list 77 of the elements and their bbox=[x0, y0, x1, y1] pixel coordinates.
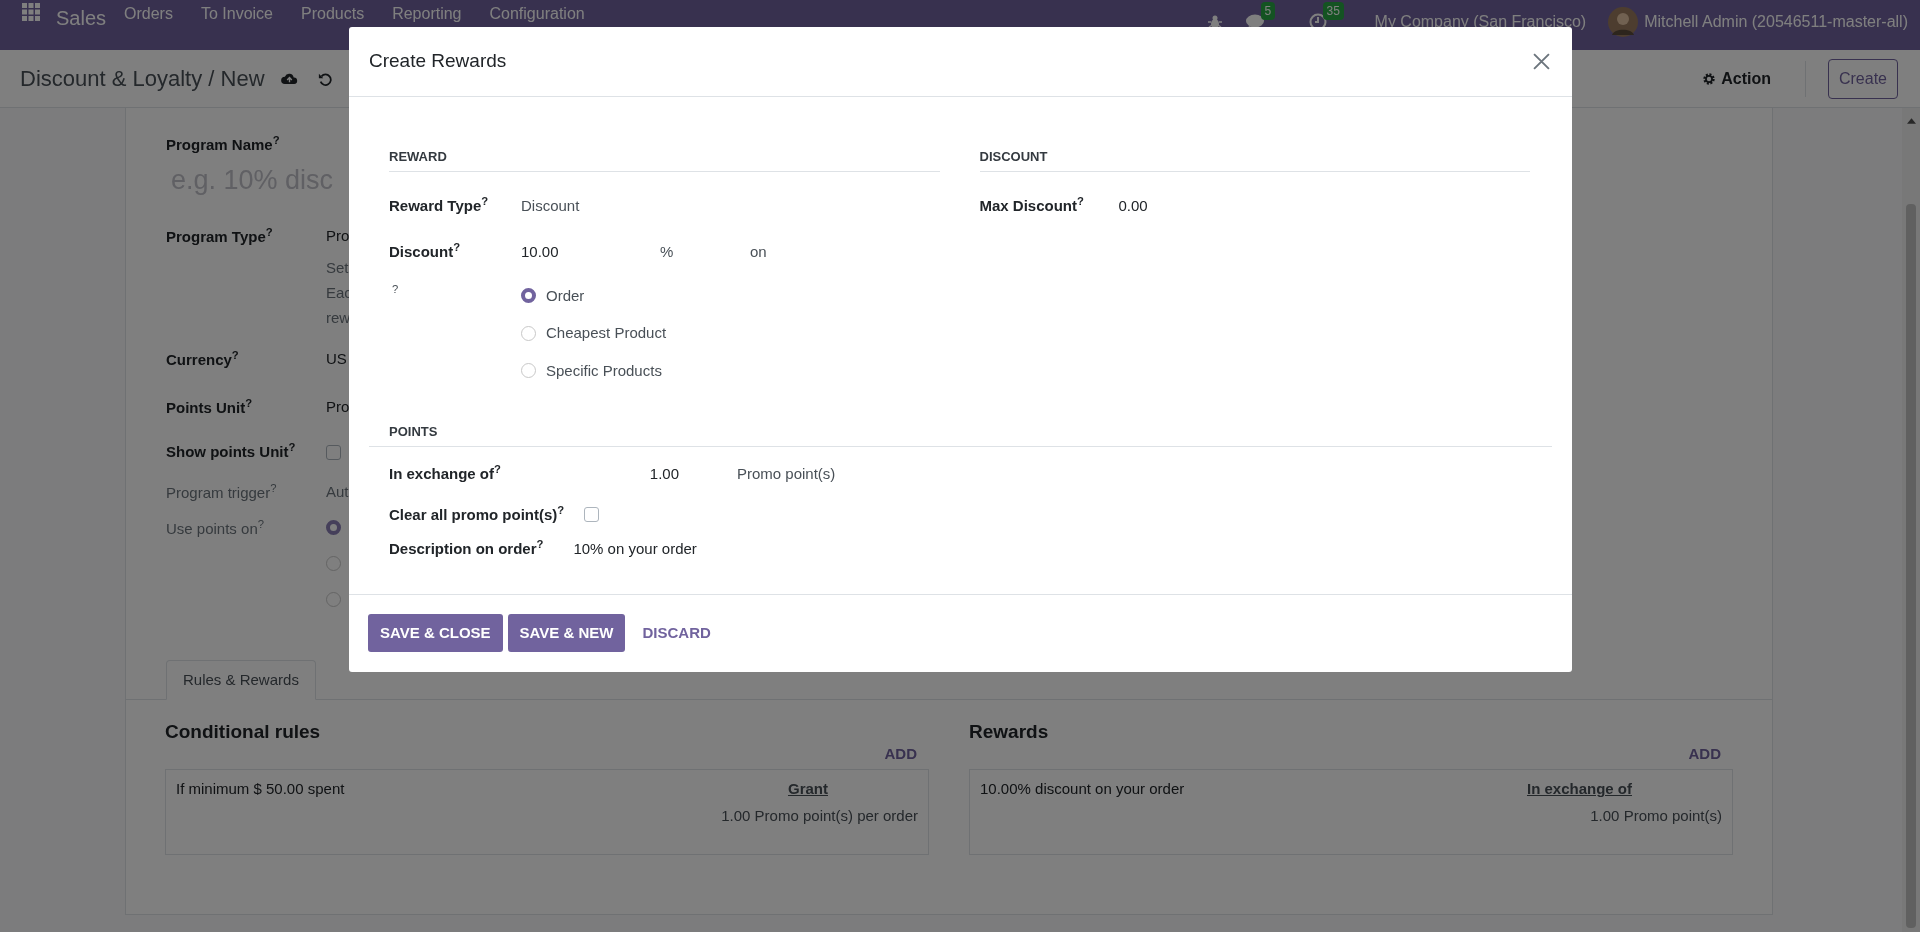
field-label: Clear all promo point(s)$^{?}$ bbox=[389, 503, 565, 525]
cloud-upload-icon[interactable] bbox=[280, 72, 298, 85]
field-label: Program Type$^{?}$ bbox=[166, 227, 273, 245]
points-unit: Promo point(s) bbox=[737, 463, 836, 484]
field-label: Program Name$^{?}$ bbox=[166, 134, 280, 155]
panel-title: Conditional rules bbox=[165, 720, 322, 744]
max-discount-field[interactable]: 0.00 bbox=[1118, 194, 1148, 217]
undo-icon[interactable] bbox=[317, 71, 332, 86]
checkbox[interactable] bbox=[584, 507, 600, 523]
user-menu[interactable]: Mitchell Admin (20546511-master-all) bbox=[1644, 10, 1908, 34]
radio-label[interactable]: Cheapest Product bbox=[546, 322, 667, 345]
card-detail: 1.00 Promo point(s) per order bbox=[721, 805, 918, 826]
field-value: Pro bbox=[326, 225, 351, 246]
field-label: Reward Type$^{?}$ bbox=[389, 196, 489, 214]
menu-item[interactable]: Orders bbox=[124, 5, 173, 23]
activity-count-badge: 35 bbox=[1322, 2, 1344, 20]
breadcrumb: Discount & Loyalty / New bbox=[20, 65, 265, 93]
field-label: Show points Unit$^{?}$ bbox=[166, 443, 296, 460]
radio-label[interactable]: Order bbox=[546, 284, 585, 307]
card-text: 10.00% discount on your order bbox=[980, 779, 1185, 799]
dialog-title: Create Rewards bbox=[369, 49, 507, 74]
menu-item[interactable]: Reporting bbox=[392, 5, 462, 23]
section-heading: DISCOUNT bbox=[979, 147, 1530, 172]
add-link[interactable]: ADD bbox=[1688, 742, 1721, 765]
field-label: Description on order$^{?}$ bbox=[389, 538, 544, 559]
radio-button[interactable] bbox=[326, 520, 341, 535]
field-value: Aut bbox=[326, 482, 349, 502]
primary-button[interactable]: SAVE & CLOSE bbox=[368, 614, 503, 652]
menu-item[interactable]: Configuration bbox=[489, 5, 585, 23]
section-heading: REWARD bbox=[389, 147, 940, 172]
form-tab[interactable]: Rules & Rewards bbox=[166, 660, 316, 700]
summary-card[interactable]: 10.00% discount on your order In exchange of 1.00 Promo point(s) bbox=[969, 769, 1733, 855]
scroll-thumb[interactable] bbox=[1906, 204, 1916, 928]
field-label: Currency$^{?}$ bbox=[166, 351, 239, 368]
action-menu-button[interactable]: Action bbox=[1702, 66, 1771, 91]
field-label: Points Unit$^{?}$ bbox=[166, 399, 253, 416]
field-value: Pro bbox=[326, 397, 350, 417]
create-button[interactable]: Create bbox=[1827, 58, 1898, 99]
field-note: Set bbox=[326, 258, 350, 278]
app-name[interactable]: Sales bbox=[56, 3, 107, 33]
field-label: Max Discount$^{?}$ bbox=[979, 196, 1084, 214]
description-field[interactable]: 10% on your order bbox=[573, 538, 697, 561]
reward-type-select[interactable]: Discount bbox=[521, 194, 580, 217]
user-avatar[interactable] bbox=[1608, 7, 1639, 37]
discount-unit-select[interactable]: % bbox=[660, 240, 750, 263]
field-label: Use points on$^{?}$ bbox=[166, 520, 264, 537]
field-label: Discount$^{?}$ bbox=[389, 242, 461, 260]
card-link[interactable]: In exchange of bbox=[1526, 778, 1632, 801]
discard-button[interactable]: DISCARD bbox=[630, 614, 723, 652]
field-label: In exchange of$^{?}$ bbox=[389, 464, 501, 482]
scroll-up-icon[interactable] bbox=[1906, 118, 1916, 124]
card-text: If minimum $ 50.00 spent bbox=[176, 779, 345, 799]
menu-item[interactable]: To Invoice bbox=[200, 5, 273, 23]
section-heading: POINTS bbox=[369, 422, 1552, 447]
radio-button[interactable] bbox=[521, 363, 536, 379]
message-count-badge: 5 bbox=[1260, 2, 1276, 20]
summary-card[interactable]: If minimum $ 50.00 spent Grant 1.00 Promo point(s) per order bbox=[165, 769, 929, 855]
help-mark: ? bbox=[392, 284, 399, 297]
checkbox[interactable] bbox=[326, 445, 341, 460]
points-field[interactable]: 1.00 bbox=[579, 462, 679, 485]
card-link[interactable]: Grant bbox=[788, 778, 828, 801]
discount-field[interactable]: 10.00 bbox=[521, 240, 660, 263]
card-detail: 1.00 Promo point(s) bbox=[1590, 805, 1722, 826]
apps-grid-icon[interactable] bbox=[22, 3, 40, 21]
radio-label[interactable]: Specific Products bbox=[546, 359, 662, 382]
radio-button[interactable] bbox=[521, 288, 536, 304]
field-label: Program trigger$^{?}$ bbox=[166, 484, 277, 501]
menu-item[interactable]: Products bbox=[301, 5, 365, 23]
add-link[interactable]: ADD bbox=[884, 742, 917, 765]
gear-icon bbox=[1702, 71, 1717, 86]
field-text: on bbox=[750, 241, 767, 262]
field-note: rew bbox=[326, 308, 352, 328]
panel-title: Rewards bbox=[969, 720, 1050, 744]
primary-button[interactable]: SAVE & NEW bbox=[507, 614, 626, 652]
field-value: US bbox=[326, 349, 347, 369]
close-icon[interactable] bbox=[1533, 53, 1550, 70]
radio-button[interactable] bbox=[521, 325, 536, 341]
